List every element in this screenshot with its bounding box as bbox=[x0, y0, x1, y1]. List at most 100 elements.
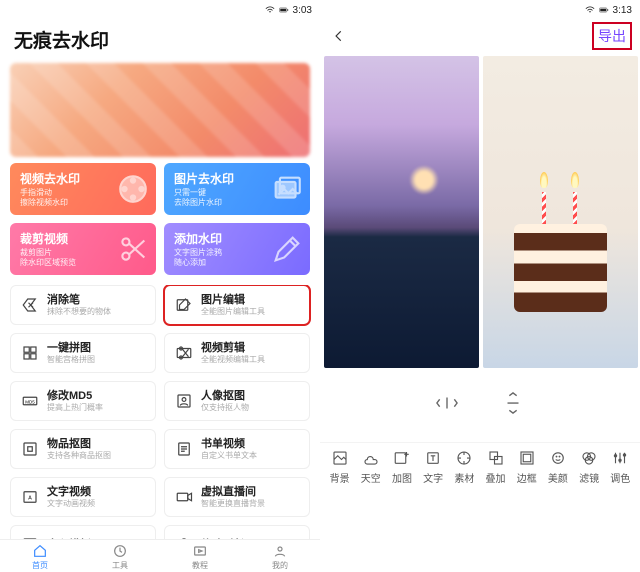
feature-cards: 视频去水印 手指滑动擦除视频水印 图片去水印 只需一键去除图片水印 裁剪视频 裁… bbox=[0, 163, 320, 275]
tool-item-6[interactable]: 物品抠图 支持各种商品抠图 bbox=[10, 429, 156, 469]
nav-label: 工具 bbox=[112, 560, 128, 571]
tool-title: 图片编辑 bbox=[201, 294, 265, 307]
svg-text:A: A bbox=[28, 495, 32, 501]
tool-sub: 抹除不想要的物体 bbox=[47, 307, 111, 316]
nav-profile[interactable]: 我的 bbox=[240, 543, 320, 571]
toolbar-label: 调色 bbox=[610, 470, 630, 485]
toolbar-label: 美颜 bbox=[548, 470, 568, 485]
toolbar-overlay[interactable]: 叠加 bbox=[481, 449, 511, 485]
tool-item-7[interactable]: 书单视频 自定义书单文本 bbox=[164, 429, 310, 469]
toolbar-beauty[interactable]: 美颜 bbox=[543, 449, 573, 485]
chevron-left-icon bbox=[332, 29, 346, 43]
tool-item-5[interactable]: 人像抠图 仅支持抠人物 bbox=[164, 381, 310, 421]
swap-horizontal-icon bbox=[436, 395, 458, 411]
text-video-icon: A bbox=[21, 488, 39, 506]
feature-card-0[interactable]: 视频去水印 手指滑动擦除视频水印 bbox=[10, 163, 156, 215]
grid-icon bbox=[21, 344, 39, 362]
wifi-icon bbox=[585, 5, 595, 15]
canvas-controls bbox=[320, 368, 640, 442]
home-icon bbox=[32, 543, 48, 559]
film-reel-icon bbox=[116, 172, 150, 206]
tool-title: 虚拟直播间 bbox=[201, 486, 265, 499]
tool-sub: 自定义书单文本 bbox=[201, 451, 257, 460]
tool-item-8[interactable]: A 文字视频 文字动画视频 bbox=[10, 477, 156, 517]
tool-item-1[interactable]: 图片编辑 全能图片编辑工具 bbox=[164, 285, 310, 325]
feature-card-1[interactable]: 图片去水印 只需一键去除图片水印 bbox=[164, 163, 310, 215]
swap-horizontal-button[interactable] bbox=[432, 392, 462, 414]
edited-image-2[interactable] bbox=[483, 56, 638, 368]
sticker-icon bbox=[455, 449, 473, 467]
nav-home[interactable]: 首页 bbox=[0, 543, 80, 571]
tool-item-0[interactable]: 消除笔 抹除不想要的物体 bbox=[10, 285, 156, 325]
nav-label: 我的 bbox=[272, 560, 288, 571]
left-screen: 3:03 无痕去水印 视频去水印 手指滑动擦除视频水印 图片去水印 只需一键去除… bbox=[0, 0, 320, 572]
duration-icon bbox=[175, 536, 193, 539]
tag-remove-icon bbox=[21, 296, 39, 314]
tool-item-3[interactable]: 视频剪辑 全能视频编辑工具 bbox=[164, 333, 310, 373]
toolbar-sticker[interactable]: 素材 bbox=[449, 449, 479, 485]
pencil-icon bbox=[270, 232, 304, 266]
toolbar-frame[interactable]: 边框 bbox=[512, 449, 542, 485]
background-icon bbox=[331, 449, 349, 467]
status-bar: 3:13 bbox=[320, 0, 640, 18]
tool-sub: 文字动画视频 bbox=[47, 499, 95, 508]
template-icon bbox=[21, 536, 39, 539]
tool-item-11[interactable]: 修改时长 bbox=[164, 525, 310, 539]
text-icon bbox=[424, 449, 442, 467]
tool-item-9[interactable]: 虚拟直播间 智能更换直播背景 bbox=[164, 477, 310, 517]
toolbar-label: 加图 bbox=[392, 470, 412, 485]
filter-icon bbox=[580, 449, 598, 467]
bottom-nav: 首页 工具 教程 我的 bbox=[0, 539, 320, 572]
tool-sub: 智能更换直播背景 bbox=[201, 499, 265, 508]
nav-tools[interactable]: 工具 bbox=[80, 543, 160, 571]
feature-card-2[interactable]: 裁剪视频 裁剪图片除水印区域预览 bbox=[10, 223, 156, 275]
cut-video-icon bbox=[175, 344, 193, 362]
nav-label: 教程 bbox=[192, 560, 208, 571]
wifi-icon bbox=[265, 5, 275, 15]
image-stack-icon bbox=[270, 172, 304, 206]
object-cut-icon bbox=[21, 440, 39, 458]
feature-card-3[interactable]: 添加水印 文字图片涂鸦随心添加 bbox=[164, 223, 310, 275]
toolbar-label: 文字 bbox=[423, 470, 443, 485]
toolbar-text[interactable]: 文字 bbox=[418, 449, 448, 485]
tool-title: 物品抠图 bbox=[47, 438, 111, 451]
toolbar-filter[interactable]: 滤镜 bbox=[574, 449, 604, 485]
tool-sub: 全能视频编辑工具 bbox=[201, 355, 265, 364]
tool-sub: 支持各种商品抠图 bbox=[47, 451, 111, 460]
edited-image-1[interactable] bbox=[324, 56, 479, 368]
nav-label: 首页 bbox=[32, 560, 48, 571]
swap-vertical-button[interactable] bbox=[498, 392, 528, 414]
add-image-icon bbox=[393, 449, 411, 467]
image-canvas[interactable] bbox=[320, 56, 640, 368]
status-time: 3:03 bbox=[293, 5, 312, 16]
toolbar-add-image[interactable]: 加图 bbox=[387, 449, 417, 485]
toolbar-sky[interactable]: 天空 bbox=[356, 449, 386, 485]
status-time: 3:13 bbox=[613, 5, 632, 16]
sky-icon bbox=[362, 449, 380, 467]
tool-item-4[interactable]: MD5 修改MD5 提高上热门概率 bbox=[10, 381, 156, 421]
back-button[interactable] bbox=[328, 25, 350, 47]
toolbar-label: 边框 bbox=[517, 470, 537, 485]
tool-item-2[interactable]: 一键拼图 智能宫格拼图 bbox=[10, 333, 156, 373]
tutorial-icon bbox=[192, 543, 208, 559]
nav-tutorial[interactable]: 教程 bbox=[160, 543, 240, 571]
profile-icon bbox=[272, 543, 288, 559]
promo-banner[interactable] bbox=[10, 63, 310, 157]
tool-list: 消除笔 抹除不想要的物体 图片编辑 全能图片编辑工具 一键拼图 智能宫格拼图 视… bbox=[0, 285, 320, 539]
tool-sub: 全能图片编辑工具 bbox=[201, 307, 265, 316]
export-button[interactable]: 导出 bbox=[592, 22, 632, 50]
adjust-icon bbox=[611, 449, 629, 467]
tool-sub: 提高上热门概率 bbox=[47, 403, 103, 412]
swap-vertical-icon bbox=[505, 392, 521, 414]
toolbar-label: 背景 bbox=[330, 470, 350, 485]
status-bar: 3:03 bbox=[0, 0, 320, 18]
frame-icon bbox=[518, 449, 536, 467]
toolbar-background[interactable]: 背景 bbox=[325, 449, 355, 485]
tool-title: 消除笔 bbox=[47, 294, 111, 307]
portrait-cut-icon bbox=[175, 392, 193, 410]
overlay-icon bbox=[487, 449, 505, 467]
livestream-icon bbox=[175, 488, 193, 506]
tool-item-10[interactable]: 水印模板 bbox=[10, 525, 156, 539]
tool-title: 修改MD5 bbox=[47, 390, 103, 403]
toolbar-adjust[interactable]: 调色 bbox=[605, 449, 635, 485]
